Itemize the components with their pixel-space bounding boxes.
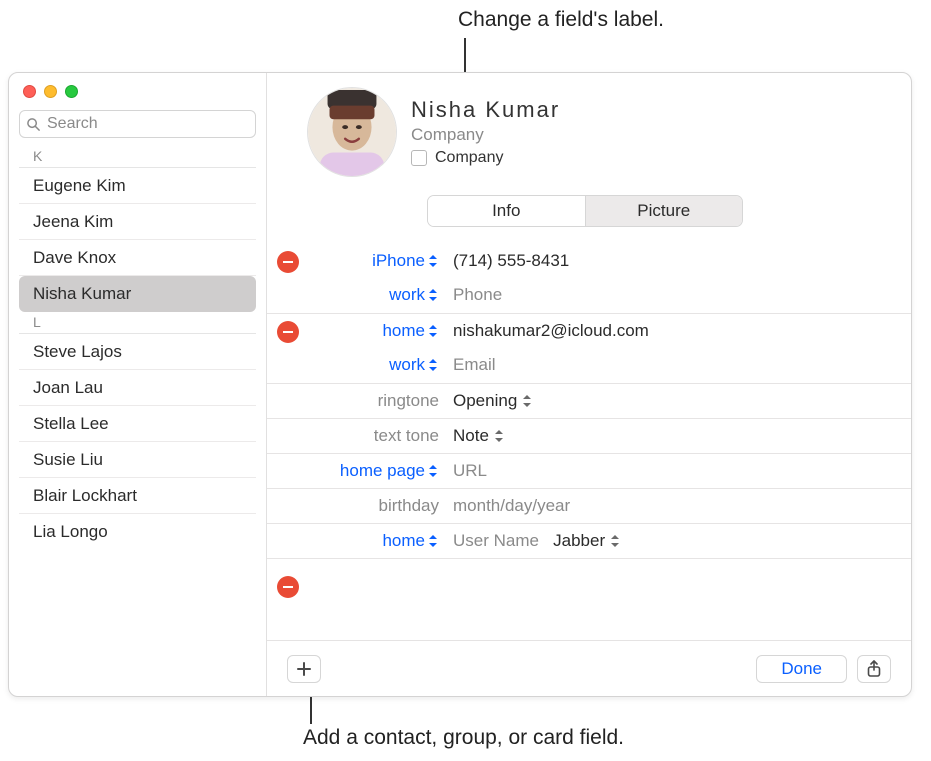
field-label-popup[interactable]: work bbox=[389, 285, 439, 305]
list-item[interactable]: Eugene Kim bbox=[19, 168, 256, 204]
chevron-updown-icon bbox=[429, 359, 439, 371]
field-placeholder[interactable]: User Name bbox=[453, 531, 539, 550]
tab-info[interactable]: Info bbox=[428, 196, 585, 226]
field-label-popup[interactable]: home page bbox=[340, 461, 439, 481]
field-placeholder[interactable]: Email bbox=[453, 355, 496, 374]
chevron-updown-icon bbox=[429, 289, 439, 301]
company-field[interactable]: Company bbox=[411, 125, 560, 145]
tab-picture[interactable]: Picture bbox=[586, 196, 743, 226]
chevron-updown-icon bbox=[429, 465, 439, 477]
list-item[interactable]: Blair Lockhart bbox=[19, 478, 256, 514]
list-item[interactable]: Lia Longo bbox=[19, 514, 256, 550]
chevron-updown-icon bbox=[429, 535, 439, 547]
company-checkbox[interactable] bbox=[411, 150, 427, 166]
field-value[interactable]: nishakumar2@icloud.com bbox=[453, 321, 649, 340]
field-placeholder[interactable]: URL bbox=[453, 461, 487, 480]
chevron-updown-icon bbox=[429, 325, 439, 337]
chevron-updown-icon bbox=[523, 395, 533, 407]
card-editor: Nisha Kumar Company Company Info Picture bbox=[267, 73, 911, 696]
share-button[interactable] bbox=[857, 655, 891, 683]
bottom-toolbar: Done bbox=[267, 640, 911, 696]
remove-icon[interactable] bbox=[277, 321, 299, 343]
field-label-popup[interactable]: home bbox=[382, 531, 439, 551]
field-label-popup[interactable]: home bbox=[382, 321, 439, 341]
section-header-l: L bbox=[19, 312, 256, 334]
search-icon bbox=[26, 117, 41, 132]
chevron-updown-icon bbox=[429, 255, 439, 267]
texttone-popup[interactable]: Note bbox=[453, 426, 505, 446]
field-list: iPhone (714) 555-8431 work Phone home ni… bbox=[267, 243, 911, 640]
search-placeholder: Search bbox=[47, 115, 98, 133]
plus-icon bbox=[296, 661, 312, 677]
zoom-icon[interactable] bbox=[65, 85, 78, 98]
company-checkbox-label: Company bbox=[435, 149, 503, 167]
section-header-k: K bbox=[19, 146, 256, 168]
list-item[interactable]: Dave Knox bbox=[19, 240, 256, 276]
field-label-static: text tone bbox=[374, 426, 439, 446]
field-label-popup[interactable]: work bbox=[389, 355, 439, 375]
list-item[interactable]: Steve Lajos bbox=[19, 334, 256, 370]
callout-add: Add a contact, group, or card field. bbox=[303, 726, 624, 750]
done-button[interactable]: Done bbox=[756, 655, 847, 683]
card-header: Nisha Kumar Company Company bbox=[267, 73, 911, 187]
share-icon bbox=[866, 660, 882, 678]
list-item[interactable]: Susie Liu bbox=[19, 442, 256, 478]
field-label-static: birthday bbox=[379, 496, 439, 516]
remove-icon[interactable] bbox=[277, 251, 299, 273]
field-value[interactable]: (714) 555-8431 bbox=[453, 251, 569, 270]
sidebar: Search K Eugene Kim Jeena Kim Dave Knox … bbox=[9, 73, 267, 696]
tab-segmented: Info Picture bbox=[427, 195, 743, 227]
chevron-updown-icon bbox=[495, 430, 505, 442]
field-label-static: ringtone bbox=[378, 391, 439, 411]
add-button[interactable] bbox=[287, 655, 321, 683]
list-item-selected[interactable]: Nisha Kumar bbox=[19, 276, 256, 312]
minimize-icon[interactable] bbox=[44, 85, 57, 98]
app-window: Search K Eugene Kim Jeena Kim Dave Knox … bbox=[8, 72, 912, 697]
avatar[interactable] bbox=[307, 87, 397, 177]
chevron-updown-icon bbox=[611, 535, 621, 547]
list-item[interactable]: Joan Lau bbox=[19, 370, 256, 406]
close-icon[interactable] bbox=[23, 85, 36, 98]
field-placeholder[interactable]: month/day/year bbox=[453, 496, 570, 515]
field-label-popup[interactable]: iPhone bbox=[372, 251, 439, 271]
window-controls bbox=[9, 83, 266, 110]
contact-list: K Eugene Kim Jeena Kim Dave Knox Nisha K… bbox=[9, 146, 266, 696]
ringtone-popup[interactable]: Opening bbox=[453, 391, 533, 411]
search-input[interactable]: Search bbox=[19, 110, 256, 138]
contact-name[interactable]: Nisha Kumar bbox=[411, 97, 560, 123]
remove-icon[interactable] bbox=[277, 576, 299, 598]
callout-change-label: Change a field's label. bbox=[458, 8, 664, 32]
field-placeholder[interactable]: Phone bbox=[453, 285, 502, 304]
im-service-popup[interactable]: Jabber bbox=[553, 531, 621, 551]
list-item[interactable]: Jeena Kim bbox=[19, 204, 256, 240]
list-item[interactable]: Stella Lee bbox=[19, 406, 256, 442]
